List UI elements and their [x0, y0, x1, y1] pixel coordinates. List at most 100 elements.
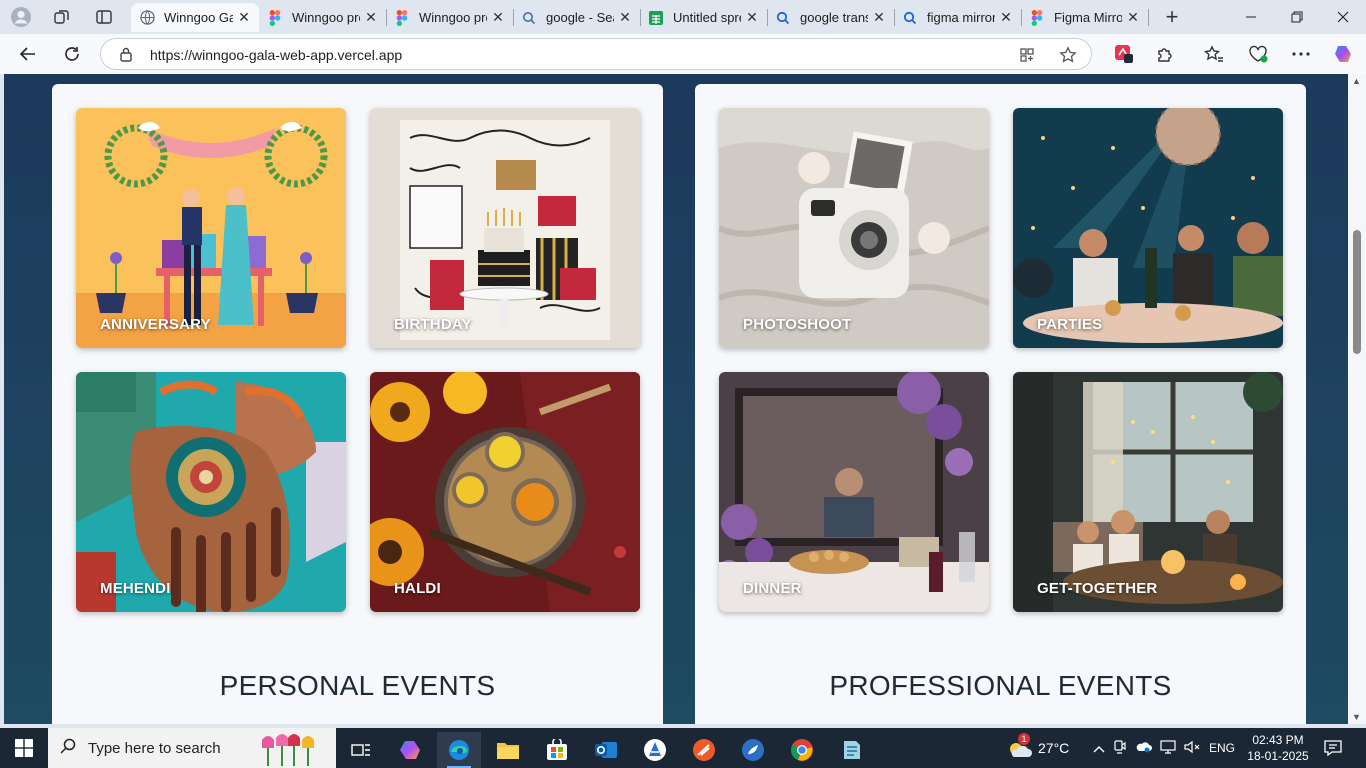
tab-untitled-spreadsheet[interactable]: Untitled spre ✕	[640, 3, 767, 32]
clock-time: 02:43 PM	[1252, 733, 1304, 747]
close-tab-icon[interactable]: ✕	[364, 9, 378, 26]
volume-muted-icon[interactable]	[1180, 740, 1204, 757]
microsoft-store-taskbar-icon[interactable]	[535, 732, 579, 768]
favorites-icon[interactable]	[1202, 42, 1226, 66]
copilot-icon[interactable]	[1331, 42, 1355, 66]
app-launcher-taskbar-icon[interactable]	[633, 732, 677, 768]
restore-button[interactable]	[1274, 0, 1320, 34]
language-indicator[interactable]: ENG	[1204, 741, 1240, 755]
navigation-bar: https://winngoo-gala-web-app.vercel.app	[0, 34, 1366, 74]
close-tab-icon[interactable]: ✕	[872, 9, 886, 26]
close-tab-icon[interactable]: ✕	[745, 9, 759, 26]
weather-icon: 1	[1006, 733, 1032, 761]
notepad-taskbar-icon[interactable]	[829, 732, 873, 768]
taskbar-search-box[interactable]: Type here to search	[48, 728, 336, 768]
globe-icon	[139, 10, 155, 26]
weather-widget[interactable]: 1 27°C	[1006, 728, 1069, 768]
event-card-parties[interactable]: PARTIES	[1013, 108, 1283, 348]
tab-winngoo-gala[interactable]: Winngoo Ga ✕	[131, 3, 259, 32]
notifications-icon[interactable]	[1318, 736, 1348, 760]
vertical-tabs-icon[interactable]	[89, 4, 119, 30]
scroll-down-arrow-icon[interactable]: ▼	[1352, 712, 1361, 722]
professional-events-panel: PHOTOSHOOT PARTIES DINNER GET-TOGETHER P…	[695, 84, 1306, 724]
event-card-birthday[interactable]: BIRTHDAY	[370, 108, 640, 348]
event-card-haldi[interactable]: HALDI	[370, 372, 640, 612]
back-button[interactable]	[13, 40, 43, 68]
card-label: HALDI	[394, 580, 441, 597]
close-tab-icon[interactable]: ✕	[999, 9, 1013, 26]
onedrive-icon[interactable]	[1132, 741, 1156, 756]
file-explorer-taskbar-icon[interactable]	[486, 732, 530, 768]
tab-figma-mirror-search[interactable]: figma mirror ✕	[894, 3, 1021, 32]
close-tab-icon[interactable]: ✕	[491, 9, 505, 26]
parties-photo	[1013, 108, 1283, 348]
event-card-mehendi[interactable]: MEHENDI	[76, 372, 346, 612]
browser-essentials-icon[interactable]	[1246, 42, 1270, 66]
network-icon[interactable]	[1156, 739, 1180, 757]
favorite-star-icon[interactable]	[1058, 45, 1078, 65]
event-card-anniversary[interactable]: ANNIVERSARY	[76, 108, 346, 348]
app-available-icon[interactable]	[1017, 45, 1037, 65]
card-label: ANNIVERSARY	[100, 316, 211, 333]
tab-title: figma mirror	[927, 10, 995, 25]
tab-figma-mirror[interactable]: Figma Mirro ✕	[1021, 3, 1148, 32]
tab-google-translate[interactable]: google trans ✕	[767, 3, 894, 32]
search-icon	[48, 738, 88, 759]
photoshoot-photo	[719, 108, 989, 348]
page-scrollbar[interactable]: ▲ ▼	[1348, 74, 1366, 724]
personal-events-panel: ANNIVERSARY BIRTHDAY MEHENDI HALDI PERSO…	[52, 84, 663, 724]
card-label: MEHENDI	[100, 580, 171, 597]
tab-google-search[interactable]: google - Sea ✕	[513, 3, 640, 32]
tab-title: Winngoo Ga	[164, 10, 233, 25]
task-view-button[interactable]	[339, 732, 383, 768]
card-label: PHOTOSHOOT	[743, 316, 852, 333]
weather-badge: 1	[1018, 733, 1030, 745]
event-card-dinner[interactable]: DINNER	[719, 372, 989, 612]
tab-winngoo-pro-2[interactable]: Winngoo pro ✕	[386, 3, 513, 32]
url-text[interactable]: https://winngoo-gala-web-app.vercel.app	[150, 47, 402, 63]
scroll-up-arrow-icon[interactable]: ▲	[1352, 76, 1361, 86]
event-card-photoshoot[interactable]: PHOTOSHOOT	[719, 108, 989, 348]
close-tab-icon[interactable]: ✕	[237, 9, 251, 26]
copilot-taskbar-icon[interactable]	[388, 732, 432, 768]
scrollbar-thumb[interactable]	[1353, 230, 1361, 354]
edge-browser-taskbar-icon[interactable]	[437, 732, 481, 768]
close-tab-icon[interactable]: ✕	[618, 9, 632, 26]
search-icon	[775, 10, 791, 26]
show-hidden-icons-chevron-icon[interactable]	[1090, 741, 1108, 756]
windows-logo-icon	[15, 739, 33, 757]
close-window-button[interactable]	[1320, 0, 1366, 34]
tulips-search-highlight-icon[interactable]	[258, 732, 328, 768]
get-together-photo	[1013, 372, 1283, 612]
event-card-get-together[interactable]: GET-TOGETHER	[1013, 372, 1283, 612]
tab-title: Winngoo pro	[292, 10, 360, 25]
meet-now-icon[interactable]	[1108, 739, 1132, 757]
start-button[interactable]	[0, 728, 48, 768]
tab-title: Winngoo pro	[419, 10, 487, 25]
tab-winngoo-pro-1[interactable]: Winngoo pro ✕	[259, 3, 386, 32]
address-bar[interactable]: https://winngoo-gala-web-app.vercel.app	[100, 38, 1092, 70]
close-tab-icon[interactable]: ✕	[1126, 9, 1140, 26]
settings-app-taskbar-icon[interactable]	[731, 732, 775, 768]
workspaces-icon[interactable]	[47, 4, 77, 30]
tab-title: Untitled spre	[673, 10, 741, 25]
card-label: DINNER	[743, 580, 802, 597]
extensions-puzzle-icon[interactable]	[1153, 42, 1177, 66]
refresh-button[interactable]	[57, 40, 87, 68]
new-tab-button[interactable]: +	[1158, 4, 1186, 30]
chrome-taskbar-icon[interactable]	[780, 732, 824, 768]
weather-temperature: 27°C	[1038, 740, 1070, 756]
clock-date: 18-01-2025	[1247, 749, 1309, 763]
clock[interactable]: 02:43 PM 18-01-2025	[1246, 732, 1310, 764]
swift-playground-taskbar-icon[interactable]	[682, 732, 726, 768]
dinner-photo	[719, 372, 989, 612]
profile-icon[interactable]	[6, 4, 36, 30]
mehendi-photo	[76, 372, 346, 612]
extension-figma-capture-icon[interactable]	[1112, 42, 1136, 66]
lock-icon[interactable]	[119, 47, 133, 62]
outlook-taskbar-icon[interactable]	[584, 732, 628, 768]
minimize-button[interactable]	[1228, 0, 1274, 34]
tab-separator	[640, 9, 641, 26]
more-menu-icon[interactable]	[1289, 42, 1313, 66]
search-icon	[902, 10, 918, 26]
